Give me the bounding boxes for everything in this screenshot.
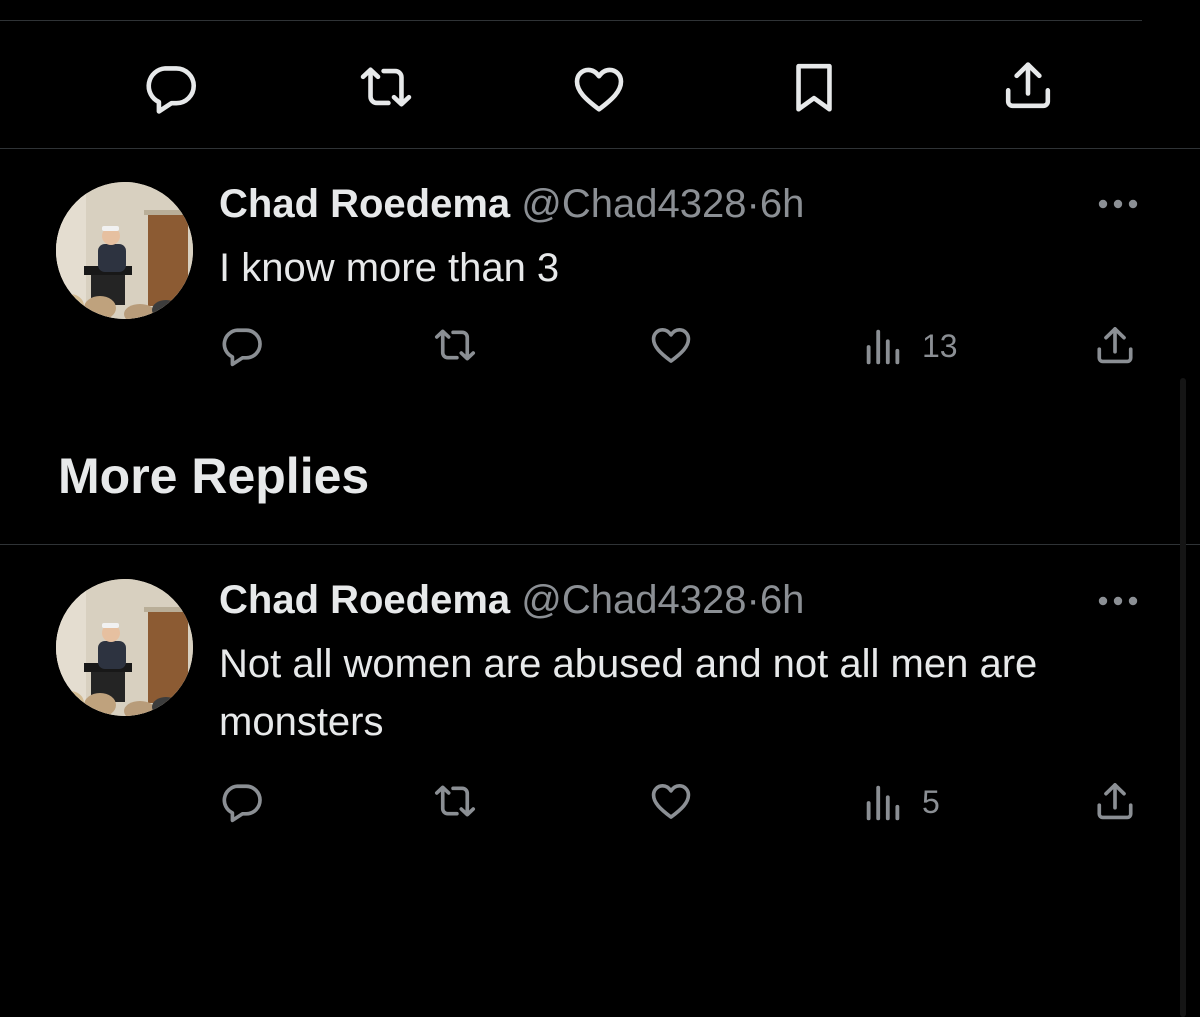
reply-icon[interactable] bbox=[219, 322, 265, 368]
reply-icon[interactable] bbox=[142, 58, 200, 116]
reply-icon[interactable] bbox=[219, 778, 265, 824]
more-replies-heading: More Replies bbox=[58, 448, 370, 504]
views-icon[interactable] bbox=[860, 324, 906, 370]
reply-meta: Chad Roedema @Chad4328·6h bbox=[219, 576, 804, 624]
thread-divider bbox=[0, 148, 1200, 149]
share-icon[interactable] bbox=[1092, 778, 1138, 824]
share-icon[interactable] bbox=[1092, 322, 1138, 368]
more-options-icon[interactable] bbox=[1096, 197, 1140, 211]
section-divider bbox=[0, 544, 1200, 545]
post-time[interactable]: 6h bbox=[760, 182, 805, 226]
meta-separator: · bbox=[746, 578, 760, 622]
like-icon[interactable] bbox=[570, 60, 628, 118]
bookmark-icon[interactable] bbox=[785, 58, 843, 116]
avatar[interactable] bbox=[56, 182, 193, 319]
scrollbar[interactable] bbox=[1180, 378, 1186, 1017]
retweet-icon[interactable] bbox=[357, 58, 415, 116]
post-time[interactable]: 6h bbox=[760, 578, 805, 622]
reply-text: Not all women are abused and not all men… bbox=[219, 642, 1038, 744]
more-options-icon[interactable] bbox=[1096, 594, 1140, 608]
tweet-action-bar bbox=[0, 0, 1200, 148]
author-name[interactable]: Chad Roedema bbox=[219, 182, 510, 226]
reply-text: I know more than 3 bbox=[219, 246, 560, 290]
avatar[interactable] bbox=[56, 579, 193, 716]
author-name[interactable]: Chad Roedema bbox=[219, 578, 510, 622]
view-count: 5 bbox=[922, 784, 940, 820]
like-icon[interactable] bbox=[648, 322, 694, 368]
share-icon[interactable] bbox=[999, 56, 1057, 114]
like-icon[interactable] bbox=[648, 778, 694, 824]
reply-item[interactable]: Chad Roedema @Chad4328·6h I know more th… bbox=[0, 150, 1200, 430]
view-count: 13 bbox=[922, 328, 958, 364]
retweet-icon[interactable] bbox=[432, 778, 478, 824]
author-handle[interactable]: @Chad4328 bbox=[521, 578, 746, 622]
retweet-icon[interactable] bbox=[432, 322, 478, 368]
author-handle[interactable]: @Chad4328 bbox=[521, 182, 746, 226]
reply-item[interactable]: Chad Roedema @Chad4328·6h Not all women … bbox=[0, 546, 1200, 866]
reply-meta: Chad Roedema @Chad4328·6h bbox=[219, 180, 804, 228]
meta-separator: · bbox=[746, 182, 760, 226]
views-icon[interactable] bbox=[860, 780, 906, 826]
